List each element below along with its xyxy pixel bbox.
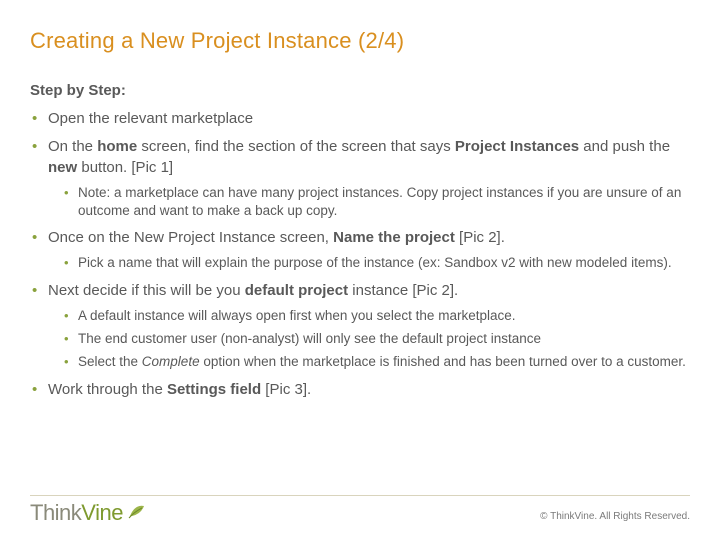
list-text: Open the relevant marketplace (48, 110, 253, 127)
list-text: and push the (579, 138, 670, 155)
bold-text: Name the project (333, 229, 455, 246)
bold-text: Project Instances (455, 138, 579, 155)
list-text: Next decide if this will be you (48, 282, 245, 299)
sub-list-item: The end customer user (non-analyst) will… (64, 330, 690, 348)
divider (30, 495, 690, 496)
footer: ThinkVine © ThinkVine. All Rights Reserv… (0, 500, 720, 526)
list-item: On the home screen, find the section of … (32, 137, 690, 220)
sub-list-item: Pick a name that will explain the purpos… (64, 254, 690, 272)
list-item: Work through the Settings field [Pic 3]. (32, 380, 690, 400)
list-text: [Pic 3]. (261, 381, 311, 398)
list-item: Open the relevant marketplace (32, 109, 690, 129)
sub-list: Note: a marketplace can have many projec… (48, 184, 690, 220)
list-text: Work through the (48, 381, 167, 398)
italic-text: Complete (142, 354, 200, 369)
list-text: instance [Pic 2]. (348, 282, 458, 299)
list-text: Select the (78, 354, 142, 369)
list-text: button. [Pic 1] (77, 159, 173, 176)
list-text: [Pic 2]. (455, 229, 505, 246)
logo-vine: Vine (81, 500, 123, 526)
sub-list-item: Note: a marketplace can have many projec… (64, 184, 690, 220)
list-text: screen, find the section of the screen t… (137, 138, 455, 155)
sub-list: A default instance will always open firs… (48, 307, 690, 372)
step-by-step-heading: Step by Step: (30, 82, 690, 99)
bold-text: default project (245, 282, 348, 299)
sub-list: Pick a name that will explain the purpos… (48, 254, 690, 272)
sub-list-item: Select the Complete option when the mark… (64, 353, 690, 371)
sub-list-item: A default instance will always open firs… (64, 307, 690, 325)
page-title: Creating a New Project Instance (2/4) (30, 28, 690, 54)
bold-text: Settings field (167, 381, 261, 398)
bold-text: home (97, 138, 137, 155)
step-list: Open the relevant marketplace On the hom… (30, 109, 690, 400)
list-item: Next decide if this will be you default … (32, 281, 690, 372)
thinkvine-logo: ThinkVine (30, 500, 147, 526)
list-text: On the (48, 138, 97, 155)
copyright-text: © ThinkVine. All Rights Reserved. (540, 511, 690, 526)
list-text: option when the marketplace is finished … (200, 354, 686, 369)
logo-think: Think (30, 500, 81, 526)
leaf-icon (127, 502, 147, 520)
list-item: Once on the New Project Instance screen,… (32, 228, 690, 272)
bold-text: new (48, 159, 77, 176)
list-text: Once on the New Project Instance screen, (48, 229, 333, 246)
